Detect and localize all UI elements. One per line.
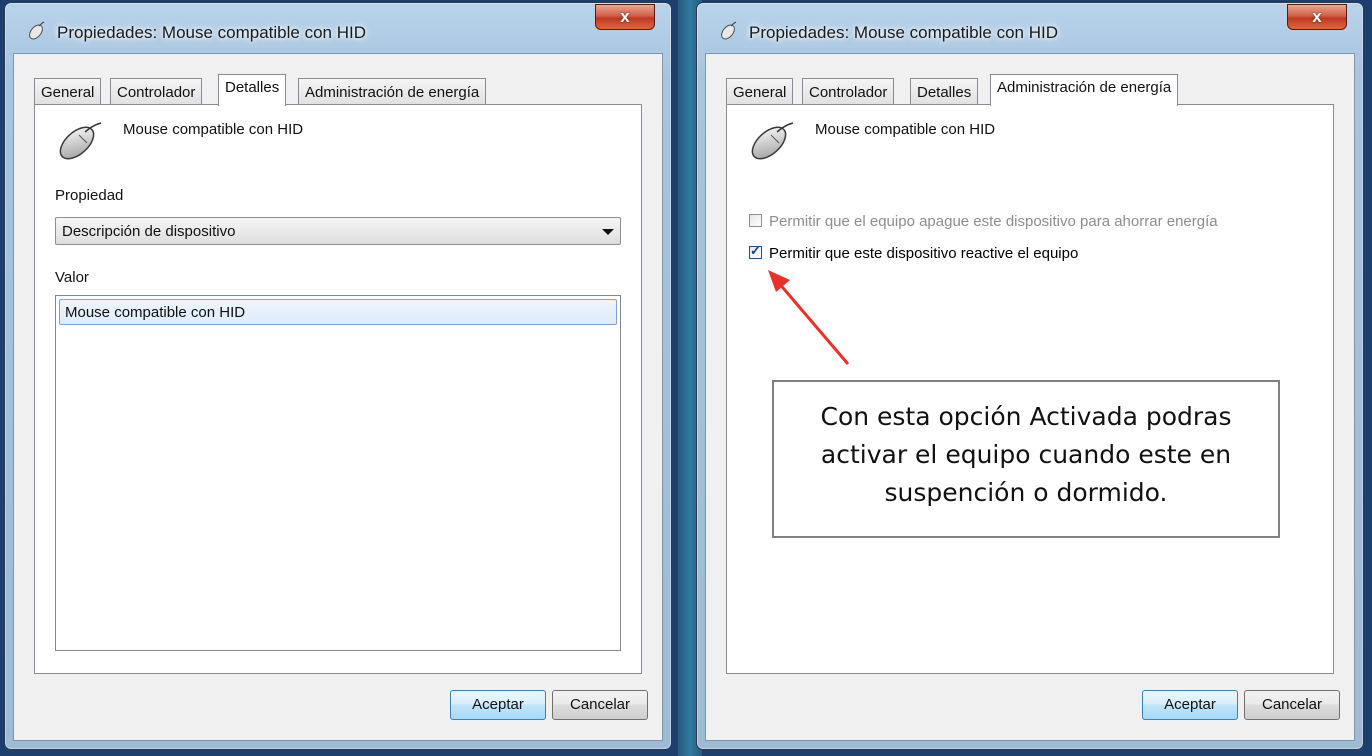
allow-turn-off-label: Permitir que el equipo apague este dispo…	[769, 213, 1218, 230]
dialog-client: General Controlador Detalles Administrac…	[13, 53, 663, 741]
allow-turn-off-checkbox	[749, 214, 762, 227]
ok-button[interactable]: Aceptar	[450, 690, 546, 720]
callout-line: suspención o dormido.	[884, 478, 1168, 507]
property-dropdown[interactable]: Descripción de dispositivo	[55, 217, 621, 245]
details-panel: Mouse compatible con HID Propiedad Descr…	[34, 104, 642, 674]
title-bar[interactable]: Propiedades: Mouse compatible con HID x	[697, 3, 1363, 53]
annotation-callout: Con esta opción Activada podras activar …	[772, 380, 1280, 538]
tab-detalles[interactable]: Detalles	[218, 74, 287, 106]
callout-line: Con esta opción Activada podras	[820, 402, 1232, 431]
device-name: Mouse compatible con HID	[123, 121, 304, 138]
properties-dialog-details: Propiedades: Mouse compatible con HID x …	[4, 2, 672, 750]
mouse-icon	[29, 21, 45, 40]
mouse-icon	[59, 122, 102, 160]
tab-general[interactable]: General	[726, 78, 794, 104]
tab-detalles[interactable]: Detalles	[910, 78, 979, 104]
window-title: Propiedades: Mouse compatible con HID	[749, 23, 1058, 42]
allow-wake-checkbox[interactable]: ✓	[749, 243, 762, 259]
tab-controlador[interactable]: Controlador	[110, 78, 203, 104]
title-bar[interactable]: Propiedades: Mouse compatible con HID x	[5, 3, 671, 53]
property-selected-value: Descripción de dispositivo	[62, 223, 236, 240]
checkmark-icon: ✓	[750, 243, 761, 258]
tab-administracion-energia[interactable]: Administración de energía	[298, 78, 487, 104]
tab-controlador[interactable]: Controlador	[802, 78, 895, 104]
close-button[interactable]: x	[595, 4, 655, 30]
close-button[interactable]: x	[1287, 4, 1347, 30]
properties-dialog-power: Propiedades: Mouse compatible con HID x …	[696, 2, 1364, 750]
tab-administracion-energia[interactable]: Administración de energía	[990, 74, 1179, 106]
value-label: Valor	[55, 269, 89, 286]
value-listbox[interactable]: Mouse compatible con HID	[55, 295, 621, 651]
tab-general[interactable]: General	[34, 78, 102, 104]
window-title: Propiedades: Mouse compatible con HID	[57, 23, 366, 42]
allow-wake-label[interactable]: Permitir que este dispositivo reactive e…	[769, 245, 1078, 262]
cancel-button[interactable]: Cancelar	[1244, 690, 1340, 720]
device-name: Mouse compatible con HID	[815, 121, 996, 138]
ok-button[interactable]: Aceptar	[1142, 690, 1238, 720]
property-label: Propiedad	[55, 187, 124, 204]
callout-line: activar el equipo cuando este en	[820, 440, 1232, 469]
mouse-icon	[751, 122, 794, 160]
cancel-button[interactable]: Cancelar	[552, 690, 648, 720]
chevron-down-icon[interactable]	[602, 229, 614, 235]
mouse-icon	[721, 21, 737, 40]
list-item[interactable]: Mouse compatible con HID	[59, 299, 617, 325]
